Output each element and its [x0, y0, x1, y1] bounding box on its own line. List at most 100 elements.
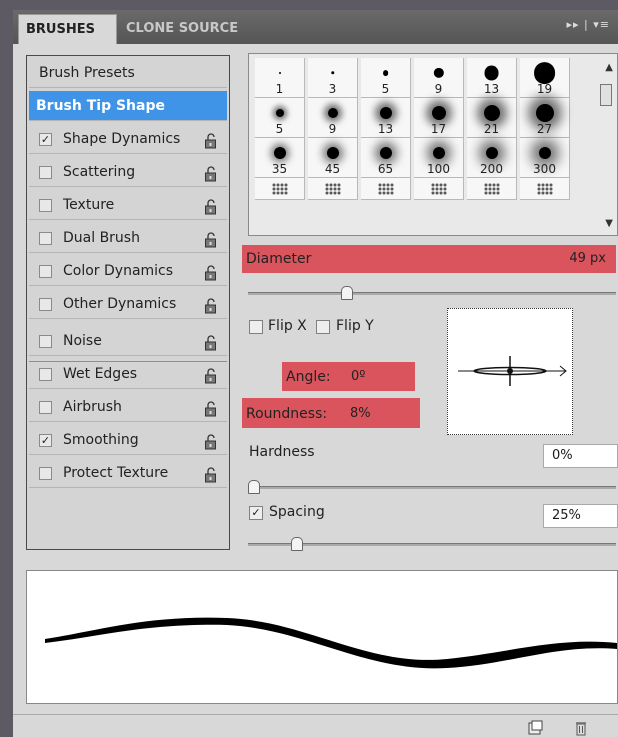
list-item-dual-brush[interactable]: Dual Brush — [29, 223, 227, 253]
lock-icon[interactable] — [204, 432, 218, 450]
diameter-slider-knob[interactable] — [340, 286, 353, 300]
diameter-row: Diameter 49 px — [242, 245, 616, 273]
brush-thumbnail[interactable] — [520, 178, 570, 200]
other-dynamics-checkbox[interactable] — [39, 298, 52, 311]
scroll-up-arrow-icon[interactable]: ▲ — [605, 62, 613, 73]
brush-size-label: 5 — [275, 122, 284, 136]
list-item-smoothing[interactable]: ✓ Smoothing — [29, 425, 227, 455]
brush-thumbnail[interactable]: 1 — [255, 58, 305, 98]
brush-thumbnail[interactable]: 13 — [467, 58, 517, 98]
list-item-wet-edges[interactable]: Wet Edges — [29, 359, 227, 389]
scroll-down-arrow-icon[interactable]: ▼ — [605, 218, 613, 229]
angle-value[interactable]: 0º — [351, 369, 365, 384]
brush-thumbnail[interactable] — [467, 178, 517, 200]
lock-icon[interactable] — [204, 131, 218, 149]
brush-thumbnail[interactable]: 200 — [467, 138, 517, 178]
tab-clone-source[interactable]: CLONE SOURCE — [119, 14, 245, 44]
brush-tip-icon — [533, 62, 556, 84]
brush-thumbnail[interactable]: 300 — [520, 138, 570, 178]
list-item-other-dynamics[interactable]: Other Dynamics — [29, 289, 227, 319]
brush-thumbnail[interactable] — [308, 178, 358, 200]
brush-thumbnail[interactable]: 65 — [361, 138, 411, 178]
lock-icon[interactable] — [204, 366, 218, 384]
list-item-color-dynamics[interactable]: Color Dynamics — [29, 256, 227, 286]
brush-size-label: 1 — [275, 82, 284, 96]
list-item-texture[interactable]: Texture — [29, 190, 227, 220]
brush-size-label: 5 — [381, 82, 390, 96]
lock-icon[interactable] — [204, 164, 218, 182]
brush-thumbnail[interactable] — [361, 178, 411, 200]
brush-presets-button[interactable]: Brush Presets — [29, 58, 227, 88]
brush-thumbnail[interactable]: 17 — [414, 98, 464, 138]
brush-thumbnail[interactable]: 100 — [414, 138, 464, 178]
brush-thumbnail[interactable] — [414, 178, 464, 200]
lock-icon[interactable] — [204, 230, 218, 248]
scrollbar-thumb[interactable] — [600, 84, 612, 106]
protect-texture-checkbox[interactable] — [39, 467, 52, 480]
list-item-airbrush[interactable]: Airbrush — [29, 392, 227, 422]
hardness-slider-knob[interactable] — [248, 480, 260, 494]
brush-tip-icon — [327, 108, 338, 118]
brush-thumbnail[interactable]: 35 — [255, 138, 305, 178]
lock-icon[interactable] — [204, 296, 218, 314]
noise-checkbox[interactable] — [39, 335, 52, 348]
brush-thumbnail[interactable]: 9 — [414, 58, 464, 98]
brush-angle-preview[interactable] — [447, 308, 573, 435]
wet-edges-checkbox[interactable] — [39, 368, 52, 381]
brush-tip-shape-item[interactable]: Brush Tip Shape — [29, 91, 227, 121]
panel-menu-icon[interactable]: ▸▸ | ▾≡ — [567, 18, 610, 31]
spacing-slider-track[interactable] — [248, 543, 616, 546]
brush-thumbnail[interactable]: 21 — [467, 98, 517, 138]
brush-tip-icon — [485, 147, 498, 159]
spacing-slider-knob[interactable] — [290, 537, 303, 551]
brush-thumbnail[interactable]: 19 — [520, 58, 570, 98]
hardness-value[interactable]: 0% — [543, 444, 618, 468]
brush-size-label: 9 — [328, 122, 337, 136]
scattering-checkbox[interactable] — [39, 166, 52, 179]
roundness-value[interactable]: 8% — [350, 406, 371, 421]
brush-thumbnail[interactable] — [255, 178, 305, 200]
brush-thumbnail[interactable]: 9 — [308, 98, 358, 138]
color-dynamics-checkbox[interactable] — [39, 265, 52, 278]
brush-thumbnail[interactable]: 5 — [255, 98, 305, 138]
brush-tip-icon — [326, 147, 339, 159]
list-item-shape-dynamics[interactable]: ✓ Shape Dynamics — [29, 124, 227, 154]
tab-brushes[interactable]: BRUSHES — [18, 14, 117, 44]
shape-dynamics-checkbox[interactable]: ✓ — [39, 133, 52, 146]
diameter-slider-track[interactable] — [248, 292, 616, 295]
texture-checkbox[interactable] — [39, 199, 52, 212]
create-new-preset-icon[interactable] — [527, 720, 543, 736]
spacing-checkbox[interactable]: ✓ — [249, 506, 263, 520]
lock-icon[interactable] — [204, 197, 218, 215]
flip-x-checkbox[interactable] — [249, 320, 263, 334]
lock-icon[interactable] — [204, 333, 218, 351]
brush-tip-icon — [483, 105, 500, 121]
dual-brush-checkbox[interactable] — [39, 232, 52, 245]
brush-thumbnail[interactable]: 13 — [361, 98, 411, 138]
spacing-value[interactable]: 25% — [543, 504, 618, 528]
lock-icon[interactable] — [204, 263, 218, 281]
list-item-protect-texture[interactable]: Protect Texture — [29, 458, 227, 488]
diameter-value[interactable]: 49 px — [569, 251, 606, 266]
brush-thumbnail[interactable]: 27 — [520, 98, 570, 138]
brush-thumbnail[interactable]: 45 — [308, 138, 358, 178]
brush-tip-icon — [432, 147, 445, 159]
stroke-preview-graphic — [45, 617, 617, 669]
brush-tip-shape-label: Brush Tip Shape — [36, 98, 165, 114]
smoothing-checkbox[interactable]: ✓ — [39, 434, 52, 447]
list-item-scattering[interactable]: Scattering — [29, 157, 227, 187]
lock-icon[interactable] — [204, 465, 218, 483]
airbrush-checkbox[interactable] — [39, 401, 52, 414]
diameter-label: Diameter — [246, 251, 312, 267]
brush-presets-label: Brush Presets — [39, 65, 135, 81]
brush-size-label: 17 — [430, 122, 447, 136]
hardness-slider-track[interactable] — [248, 486, 616, 489]
brush-tip-icon — [382, 70, 389, 76]
list-item-noise[interactable]: Noise — [29, 326, 227, 356]
flip-y-checkbox[interactable] — [316, 320, 330, 334]
lock-icon[interactable] — [204, 399, 218, 417]
brush-thumbnail[interactable]: 5 — [361, 58, 411, 98]
brush-thumbnail[interactable]: 3 — [308, 58, 358, 98]
trash-icon[interactable] — [573, 720, 589, 736]
brush-tip-icon — [377, 183, 394, 195]
